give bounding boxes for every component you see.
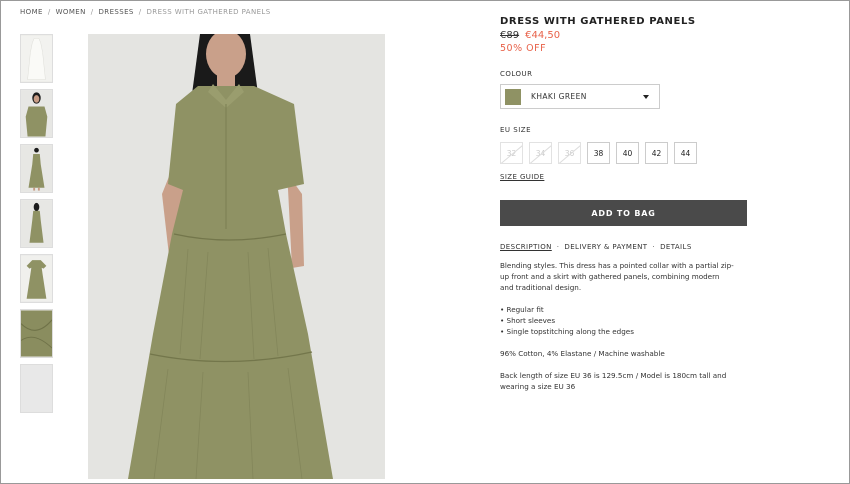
size-option-40[interactable]: 40: [616, 142, 639, 164]
feature-item: • Short sleeves: [500, 316, 556, 325]
description-intro: Blending styles. This dress has a pointe…: [500, 261, 734, 292]
feature-item: • Regular fit: [500, 305, 544, 314]
breadcrumb-home[interactable]: HOME: [20, 8, 43, 16]
colour-dropdown[interactable]: KHAKI GREEN: [500, 84, 660, 109]
feature-list: • Regular fit • Short sleeves • Single t…: [500, 304, 735, 337]
colour-swatch: [505, 88, 521, 105]
tab-separator: ·: [652, 243, 656, 251]
discount-badge: 50% OFF: [500, 43, 547, 54]
product-description: Blending styles. This dress has a pointe…: [500, 260, 735, 392]
size-option-32[interactable]: 32: [500, 142, 523, 164]
white-dress-image: [21, 35, 52, 82]
thumbnail-model-upper[interactable]: [20, 89, 53, 138]
colour-label: COLOUR: [500, 70, 533, 78]
breadcrumb-current: DRESS WITH GATHERED PANELS: [146, 8, 271, 16]
blank-image: [21, 365, 52, 412]
price-row: €89 €44,50: [500, 30, 800, 41]
size-options: 32 34 36 38 40 42 44: [500, 142, 800, 164]
thumbnail-list: [20, 34, 53, 419]
tab-delivery-payment[interactable]: DELIVERY & PAYMENT: [564, 243, 647, 251]
original-price: €89: [500, 30, 520, 41]
chevron-down-icon: [643, 94, 649, 99]
measurements-text: Back length of size EU 36 is 129.5cm / M…: [500, 371, 727, 391]
model-in-dress-image: [88, 34, 385, 479]
thumbnail-blank[interactable]: [20, 364, 53, 413]
model-upper-image: [21, 90, 52, 137]
sale-price: €44,50: [525, 30, 561, 41]
flat-dress-image: [21, 255, 52, 302]
thumbnail-model-back[interactable]: [20, 199, 53, 248]
thumbnail-flat-dress[interactable]: [20, 254, 53, 303]
breadcrumb-women[interactable]: WOMEN: [56, 8, 86, 16]
fabric-detail-image: [21, 310, 52, 357]
size-option-36[interactable]: 36: [558, 142, 581, 164]
size-option-38[interactable]: 38: [587, 142, 610, 164]
model-full-image: [21, 145, 52, 192]
selected-colour: KHAKI GREEN: [531, 92, 587, 101]
breadcrumb-dresses[interactable]: DRESSES: [99, 8, 134, 16]
tab-details[interactable]: DETAILS: [660, 243, 692, 251]
tab-separator: ·: [556, 243, 560, 251]
feature-item: • Single topstitching along the edges: [500, 327, 634, 336]
composition-text: 96% Cotton, 4% Elastane / Machine washab…: [500, 349, 665, 358]
tab-description[interactable]: DESCRIPTION: [500, 243, 552, 251]
size-option-42[interactable]: 42: [645, 142, 668, 164]
model-back-image: [21, 200, 52, 247]
thumbnail-model-full[interactable]: [20, 144, 53, 193]
main-product-image: [88, 34, 385, 479]
breadcrumb-separator: /: [90, 8, 94, 16]
size-option-44[interactable]: 44: [674, 142, 697, 164]
breadcrumb-separator: /: [138, 8, 142, 16]
size-guide-link[interactable]: SIZE GUIDE: [500, 173, 544, 181]
info-tabs: DESCRIPTION · DELIVERY & PAYMENT · DETAILS: [500, 243, 800, 251]
size-label: EU SIZE: [500, 126, 531, 134]
breadcrumb: HOME / WOMEN / DRESSES / DRESS WITH GATHERED P…: [20, 8, 271, 16]
thumbnail-white-dress[interactable]: [20, 34, 53, 83]
product-title: DRESS WITH GATHERED PANELS: [500, 16, 696, 27]
product-info: DRESS WITH GATHERED PANELS €89 €44,50 50%…: [500, 16, 800, 403]
thumbnail-fabric-detail[interactable]: [20, 309, 53, 358]
add-to-bag-button[interactable]: ADD TO BAG: [500, 200, 747, 226]
breadcrumb-separator: /: [47, 8, 51, 16]
size-option-34[interactable]: 34: [529, 142, 552, 164]
